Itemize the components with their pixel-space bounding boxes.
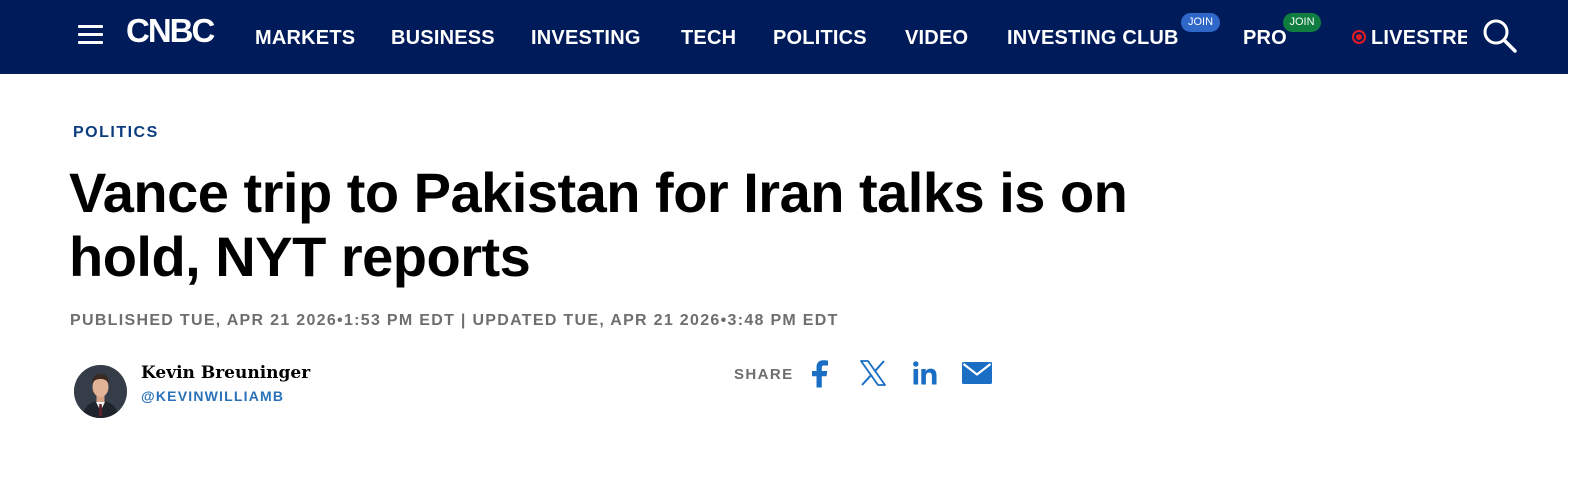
email-icon[interactable] [962, 362, 992, 389]
cnbc-logo[interactable]: CNBC [126, 14, 215, 48]
livestream-label: LIVESTREAM [1371, 27, 1467, 49]
search-icon[interactable] [1482, 18, 1518, 54]
nav-item-tech[interactable]: TECH [681, 26, 736, 50]
nav-item-video[interactable]: VIDEO [905, 26, 968, 50]
dateline: PUBLISHED TUE, APR 21 2026•1:53 PM EDT |… [70, 312, 839, 329]
author-name[interactable]: Kevin Breuninger [141, 363, 310, 383]
pro-join-badge[interactable]: JOIN [1283, 13, 1321, 32]
nav-item-markets[interactable]: MARKETS [255, 26, 355, 50]
livestream-link[interactable]: LIVESTREAM [1371, 26, 1467, 50]
share-label: SHARE [734, 366, 794, 383]
nav-item-pro[interactable]: PRO [1243, 26, 1287, 50]
section-label[interactable]: POLITICS [73, 124, 159, 142]
top-nav-bar: CNBC MARKETS BUSINESS INVESTING TECH POL… [0, 0, 1568, 74]
nav-item-politics[interactable]: POLITICS [773, 26, 867, 50]
facebook-icon[interactable] [812, 360, 830, 393]
live-dot-icon [1352, 30, 1366, 44]
x-icon[interactable] [860, 360, 886, 391]
nav-item-investing[interactable]: INVESTING [531, 26, 641, 50]
headline: Vance trip to Pakistan for Iran talks is… [69, 161, 1128, 288]
author-avatar[interactable] [74, 365, 127, 418]
author-twitter-handle[interactable]: @KEVINWILLIAMB [141, 388, 284, 404]
nav-item-investing-club[interactable]: INVESTING CLUB [1007, 26, 1179, 50]
nav-item-business[interactable]: BUSINESS [391, 26, 495, 50]
menu-icon[interactable] [78, 25, 103, 45]
linkedin-icon[interactable] [913, 361, 937, 390]
investing-club-join-badge[interactable]: JOIN [1181, 13, 1220, 32]
